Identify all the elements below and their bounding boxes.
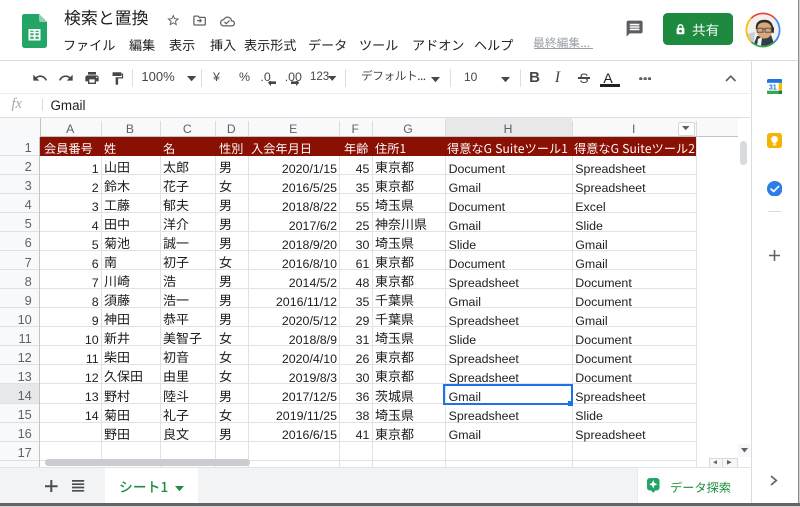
svg-text:31: 31 [768,84,776,91]
